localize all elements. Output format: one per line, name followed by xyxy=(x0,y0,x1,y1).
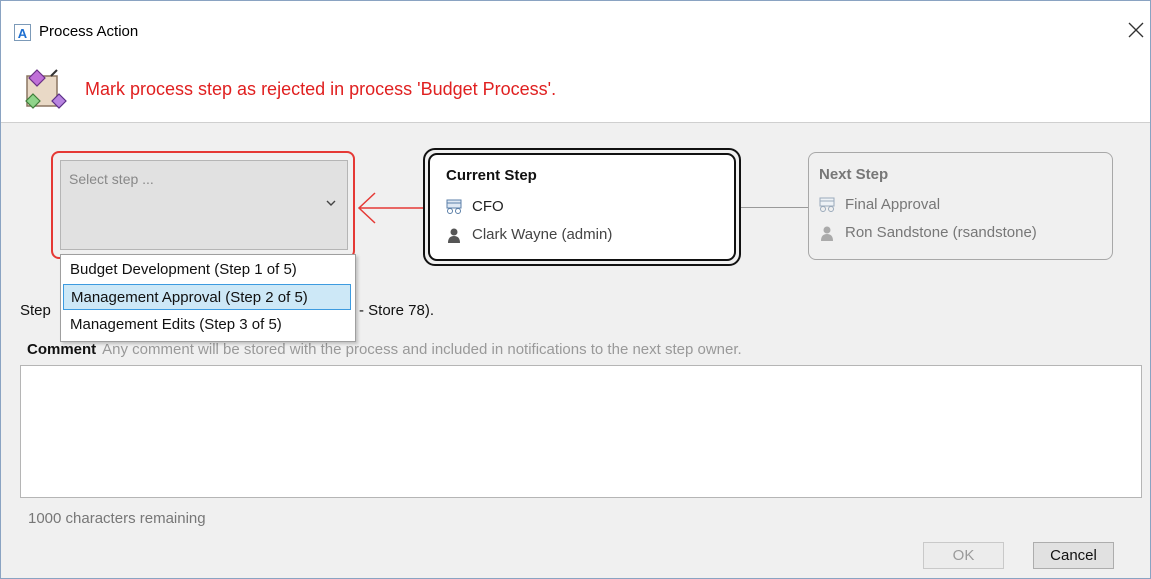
window-title: Process Action xyxy=(39,23,139,40)
process-action-dialog: A Process Action Mark process step as re… xyxy=(0,0,1151,579)
current-step-heading: Current Step xyxy=(446,167,537,184)
ok-button[interactable]: OK xyxy=(923,542,1004,569)
cancel-button[interactable]: Cancel xyxy=(1033,542,1114,569)
process-step-icon xyxy=(819,197,835,212)
app-logo-icon: A xyxy=(14,24,31,41)
chars-remaining: 1000 characters remaining xyxy=(28,510,206,527)
next-step-name: Final Approval xyxy=(845,196,941,213)
step-connector xyxy=(741,207,809,208)
comment-label: Comment xyxy=(27,341,97,358)
user-icon xyxy=(448,228,460,243)
select-step-dropdown: Budget Development (Step 1 of 5) Managem… xyxy=(60,254,356,342)
user-icon xyxy=(821,226,833,241)
process-icon xyxy=(25,69,67,109)
current-step-name: CFO xyxy=(472,198,504,215)
next-step-card: Next Step Final Approval Ron Sandstone (… xyxy=(808,152,1113,260)
process-step-icon xyxy=(446,199,462,214)
current-step-owner: Clark Wayne (admin) xyxy=(472,226,613,243)
arrow-left-icon xyxy=(357,192,425,224)
current-step-card: Current Step CFO Clark Wayne (admin) xyxy=(423,148,741,266)
comment-label-row: Comment Any comment will be stored with t… xyxy=(27,341,742,358)
dropdown-option-step-3[interactable]: Management Edits (Step 3 of 5) xyxy=(63,312,351,338)
comment-textarea[interactable] xyxy=(20,365,1142,498)
dropdown-option-step-2[interactable]: Management Approval (Step 2 of 5) xyxy=(63,284,351,310)
next-step-heading: Next Step xyxy=(819,166,889,183)
chevron-down-icon xyxy=(326,200,336,206)
comment-hint: Any comment will be stored with the proc… xyxy=(102,341,742,358)
step-info-suffix: - Store 78). xyxy=(359,302,435,319)
select-step-placeholder: Select step ... xyxy=(69,171,154,187)
close-icon[interactable] xyxy=(1125,19,1147,41)
header-message: Mark process step as rejected in process… xyxy=(85,79,557,99)
dropdown-option-step-1[interactable]: Budget Development (Step 1 of 5) xyxy=(63,257,351,283)
current-step-inner: Current Step CFO Clark Wayne (admin) xyxy=(428,153,736,261)
next-step-owner: Ron Sandstone (rsandstone) xyxy=(845,224,1037,241)
select-step-combobox[interactable]: Select step ... xyxy=(60,160,348,250)
step-info-prefix: Step xyxy=(20,302,51,319)
title-bar: A Process Action xyxy=(1,1,1150,43)
